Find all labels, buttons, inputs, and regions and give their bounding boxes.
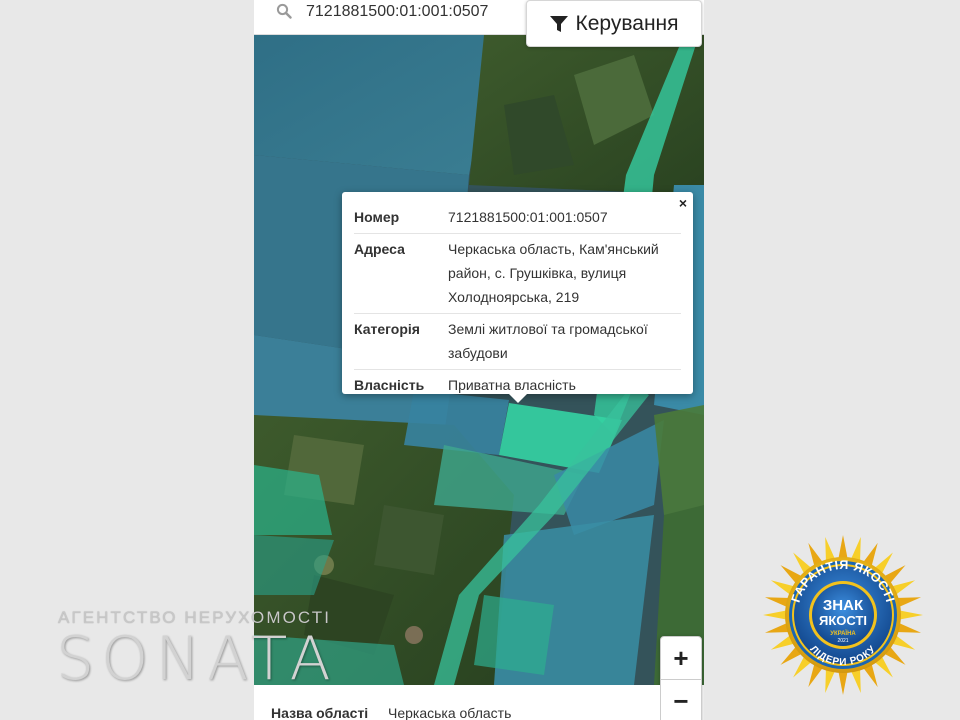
agency-name: SONATA — [56, 624, 338, 694]
sonata-agency-logo: АГЕНТСТВО НЕРУХОМОСТІ SONATA — [56, 608, 331, 694]
controls-button[interactable]: Керування — [526, 0, 702, 47]
seal-country: УКРАЇНА — [830, 630, 856, 637]
parcel-address-value: Черкаська область, Кам'янський район, с.… — [448, 233, 681, 314]
cadastral-search-input[interactable] — [306, 0, 516, 24]
parcel-number-label: Номер — [354, 202, 448, 234]
seal-ray — [897, 610, 923, 620]
zoom-control: + − — [660, 636, 702, 720]
seal-ray — [763, 610, 789, 620]
parcel-info-row-category: Категорія Землі житлової та громадської … — [354, 313, 681, 370]
seal-ray — [838, 669, 848, 695]
seal-center-line2: ЯКОСТІ — [819, 613, 867, 628]
parcel-ownership-value: Приватна власність — [448, 377, 576, 393]
zoom-in-button[interactable]: + — [661, 637, 701, 680]
parcel-number-value: 7121881500:01:001:0507 — [448, 202, 681, 234]
parcel-ownership-label: Власність — [354, 377, 425, 393]
filter-icon — [550, 15, 569, 32]
parcel-address-label: Адреса — [354, 233, 448, 314]
search-icon — [276, 3, 292, 19]
quality-seal-badge: ГАРАНТІЯ ЯКОСТІ ЛІДЕРИ РОКУ ЗНАК ЯКОСТІ … — [763, 535, 923, 695]
popup-pointer — [508, 393, 528, 403]
controls-button-label: Керування — [575, 11, 679, 35]
parcel-info-row-address: Адреса Черкаська область, Кам'янський ра… — [354, 233, 681, 314]
region-name-value: Черкаська область — [388, 705, 512, 720]
parcel-info-row-number: Номер 7121881500:01:001:0507 — [354, 202, 681, 234]
parcel-category-value: Землі житлової та громадської забудови — [448, 313, 681, 370]
seal-year: 2021 — [837, 638, 848, 644]
seal-center-line1: ЗНАК — [823, 597, 864, 614]
parcel-category-label: Категорія — [354, 313, 448, 370]
seal-ray — [838, 535, 848, 561]
parcel-info-table: Номер 7121881500:01:001:0507 Адреса Черк… — [354, 202, 681, 401]
zoom-out-button[interactable]: − — [661, 680, 701, 720]
popup-close-icon[interactable]: × — [679, 196, 687, 210]
parcel-info-popup: × Номер 7121881500:01:001:0507 Адреса Че… — [342, 192, 693, 403]
region-name-label: Назва області — [271, 705, 369, 720]
